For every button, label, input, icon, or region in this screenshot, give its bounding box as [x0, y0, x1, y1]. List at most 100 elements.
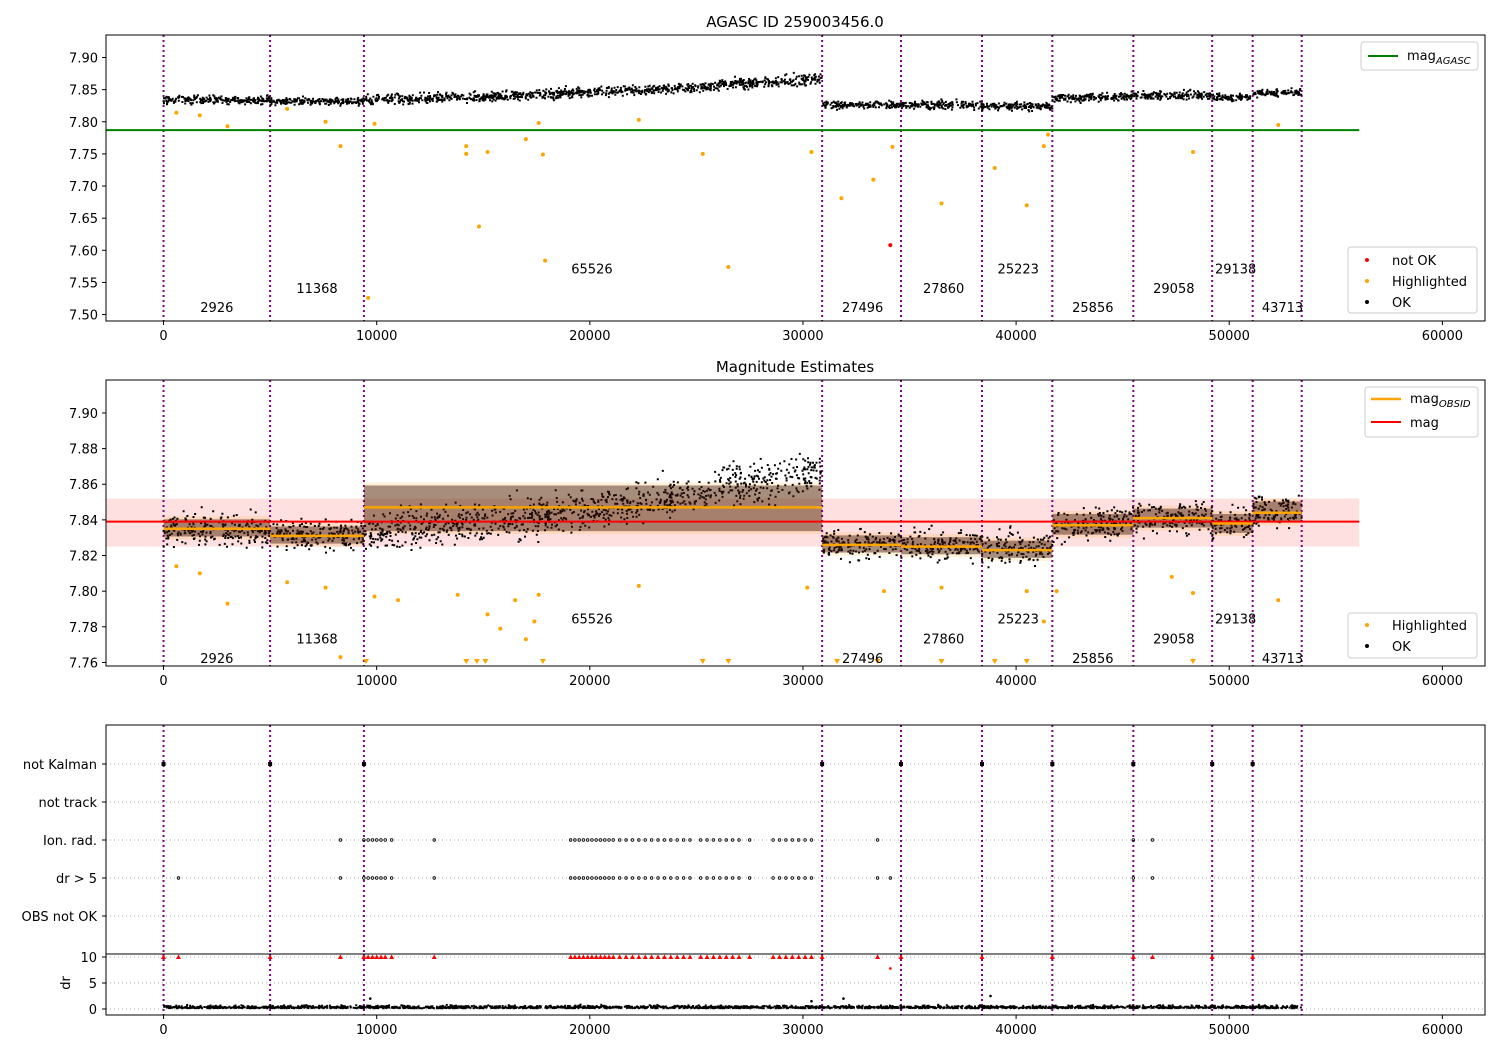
panel1-y-tick-label: 7.80: [69, 116, 98, 131]
panel1-highlighted-point: [1046, 132, 1051, 137]
panel4-x-tick-label: 50000: [1209, 1023, 1250, 1038]
panel1-x-tick-label: 10000: [356, 329, 397, 344]
panel2-legend-marker: [1365, 644, 1369, 648]
panel1-y-tick-label: 7.60: [69, 244, 98, 259]
panel1-obs-label: 2926: [200, 301, 233, 316]
panel2-highlighted-point: [1041, 619, 1046, 624]
panel2-x-tick-label: 40000: [995, 674, 1036, 689]
panel4-x-tick-label: 0: [159, 1023, 167, 1038]
panel2-obs-label: 25223: [998, 613, 1039, 628]
panel1-highlighted-point: [839, 196, 844, 201]
panel1-obs-label: 29058: [1153, 282, 1194, 297]
panel2-y-tick-label: 7.88: [69, 443, 98, 458]
panel2-obs-label: 27860: [923, 632, 964, 647]
panel2-x-tick-label: 60000: [1422, 674, 1463, 689]
panel2-highlighted-point: [174, 564, 179, 569]
panel1-highlighted-point: [338, 144, 343, 149]
panel2-obs-label: 43713: [1262, 652, 1303, 667]
panel1-highlighted-point: [636, 117, 641, 122]
panel2-highlighted-point: [881, 589, 886, 594]
panel1-y-tick-label: 7.90: [69, 51, 98, 66]
magnitude-estimates-panel: 2926 11368 65526 27496 27860 25223 25856 29058 2…: [69, 379, 1486, 689]
panel1-highlighted-point: [285, 106, 290, 111]
dr-tick-label: 10: [80, 951, 97, 966]
panel4-x-tick-label: 30000: [782, 1023, 823, 1038]
dr-axis-label: dr: [59, 976, 74, 990]
not-kalman-mark: [1250, 762, 1255, 766]
panel1-x-tick-label: 30000: [782, 329, 823, 344]
panel1-highlighted-point: [464, 144, 469, 149]
panel1-title: AGASC ID 259003456.0: [706, 13, 884, 31]
panel1-not-ok-point: [888, 243, 893, 248]
panel4-x-tick-label: 60000: [1422, 1023, 1463, 1038]
panel2-highlighted-point: [805, 585, 810, 590]
panel2-x-tick-label: 30000: [782, 674, 823, 689]
panel1-highlighted-point: [726, 265, 731, 270]
dr-spike-point: [368, 997, 372, 1000]
legend-mag-label: mag: [1410, 416, 1439, 431]
panel1-y-tick-label: 7.70: [69, 180, 98, 195]
not-kalman-mark: [361, 762, 366, 766]
panel1-highlighted-point: [540, 152, 545, 157]
panel2-highlighted-point: [455, 592, 460, 597]
panel1-legend-marker: [1365, 279, 1369, 283]
not-kalman-mark: [161, 762, 166, 766]
panel1-highlighted-point: [485, 149, 490, 154]
panel1-highlighted-point: [1276, 122, 1281, 127]
flag-row-label: not Kalman: [23, 758, 97, 773]
not-kalman-mark: [899, 762, 904, 766]
panel2-legend-label: Highlighted: [1392, 619, 1467, 634]
panel1-obs-label: 27496: [842, 301, 883, 316]
panel1-legend-label: not OK: [1392, 254, 1437, 269]
not-kalman-mark: [1210, 762, 1215, 766]
panel1-highlighted-point: [809, 149, 814, 154]
panel1-obs-label: 11368: [296, 282, 337, 297]
panel2-y-tick-label: 7.82: [69, 550, 98, 565]
panel2-highlighted-point: [372, 594, 377, 599]
panel2-y-tick-label: 7.76: [69, 656, 98, 671]
panel4-x-tick-label: 40000: [995, 1023, 1036, 1038]
panel2-highlighted-point: [523, 637, 528, 642]
panel2-highlighted-point: [536, 592, 541, 597]
panel1-highlighted-point: [1191, 149, 1196, 154]
panel1-highlighted-point: [225, 124, 230, 129]
panel2-highlighted-point: [1276, 598, 1281, 603]
not-kalman-mark: [1131, 762, 1136, 766]
panel1-obs-label: 27860: [923, 282, 964, 297]
panel1-obs-label: 29138: [1215, 263, 1256, 278]
panel2-y-tick-label: 7.84: [69, 514, 98, 529]
panel2-y-tick-label: 7.90: [69, 407, 98, 422]
panel2-obs-label: 27496: [842, 652, 883, 667]
panel2-highlighted-point: [485, 612, 490, 617]
panel2-highlighted-point: [338, 655, 343, 660]
panel2-highlighted-point: [1024, 589, 1029, 594]
panel2-highlighted-point: [225, 601, 230, 606]
panel1-highlighted-point: [871, 177, 876, 182]
panel1-obs-label: 43713: [1262, 301, 1303, 316]
panel1-highlighted-point: [939, 201, 944, 206]
panel2-obs-label: 11368: [296, 632, 337, 647]
panel2-y-tick-label: 7.80: [69, 585, 98, 600]
panel1-highlighted-point: [1041, 144, 1046, 149]
dr-spike-point: [989, 994, 992, 998]
panel2-highlighted-point: [636, 583, 641, 588]
panel1-legend-top: magAGASC: [1360, 41, 1479, 71]
figure: AGASC ID 259003456.0 Magnitude Estimates…: [22, 13, 1486, 1038]
panel2-highlighted-point: [939, 585, 944, 590]
panel2-x-tick-label: 0: [159, 674, 167, 689]
panel2-obs-label: 25856: [1072, 652, 1113, 667]
panel1-highlighted-point: [543, 258, 548, 263]
panel1-obs-label: 65526: [571, 263, 612, 278]
panel2-highlighted-point: [1169, 574, 1174, 579]
panel1-x-tick-label: 60000: [1422, 329, 1463, 344]
panel2-highlighted-point: [323, 585, 328, 590]
panel2-highlighted-point: [395, 598, 400, 603]
panel1-highlighted-point: [476, 224, 481, 229]
dr-spike-point: [810, 999, 813, 1003]
panel1-x-tick-label: 40000: [995, 329, 1036, 344]
panel1-y-tick-label: 7.55: [69, 276, 98, 291]
panel1-highlighted-point: [372, 121, 377, 126]
flag-row-label: Ion. rad.: [43, 834, 97, 849]
panel2-legend-marker: [1365, 623, 1369, 627]
legend-mag-agasc-sub: AGASC: [1435, 56, 1471, 67]
